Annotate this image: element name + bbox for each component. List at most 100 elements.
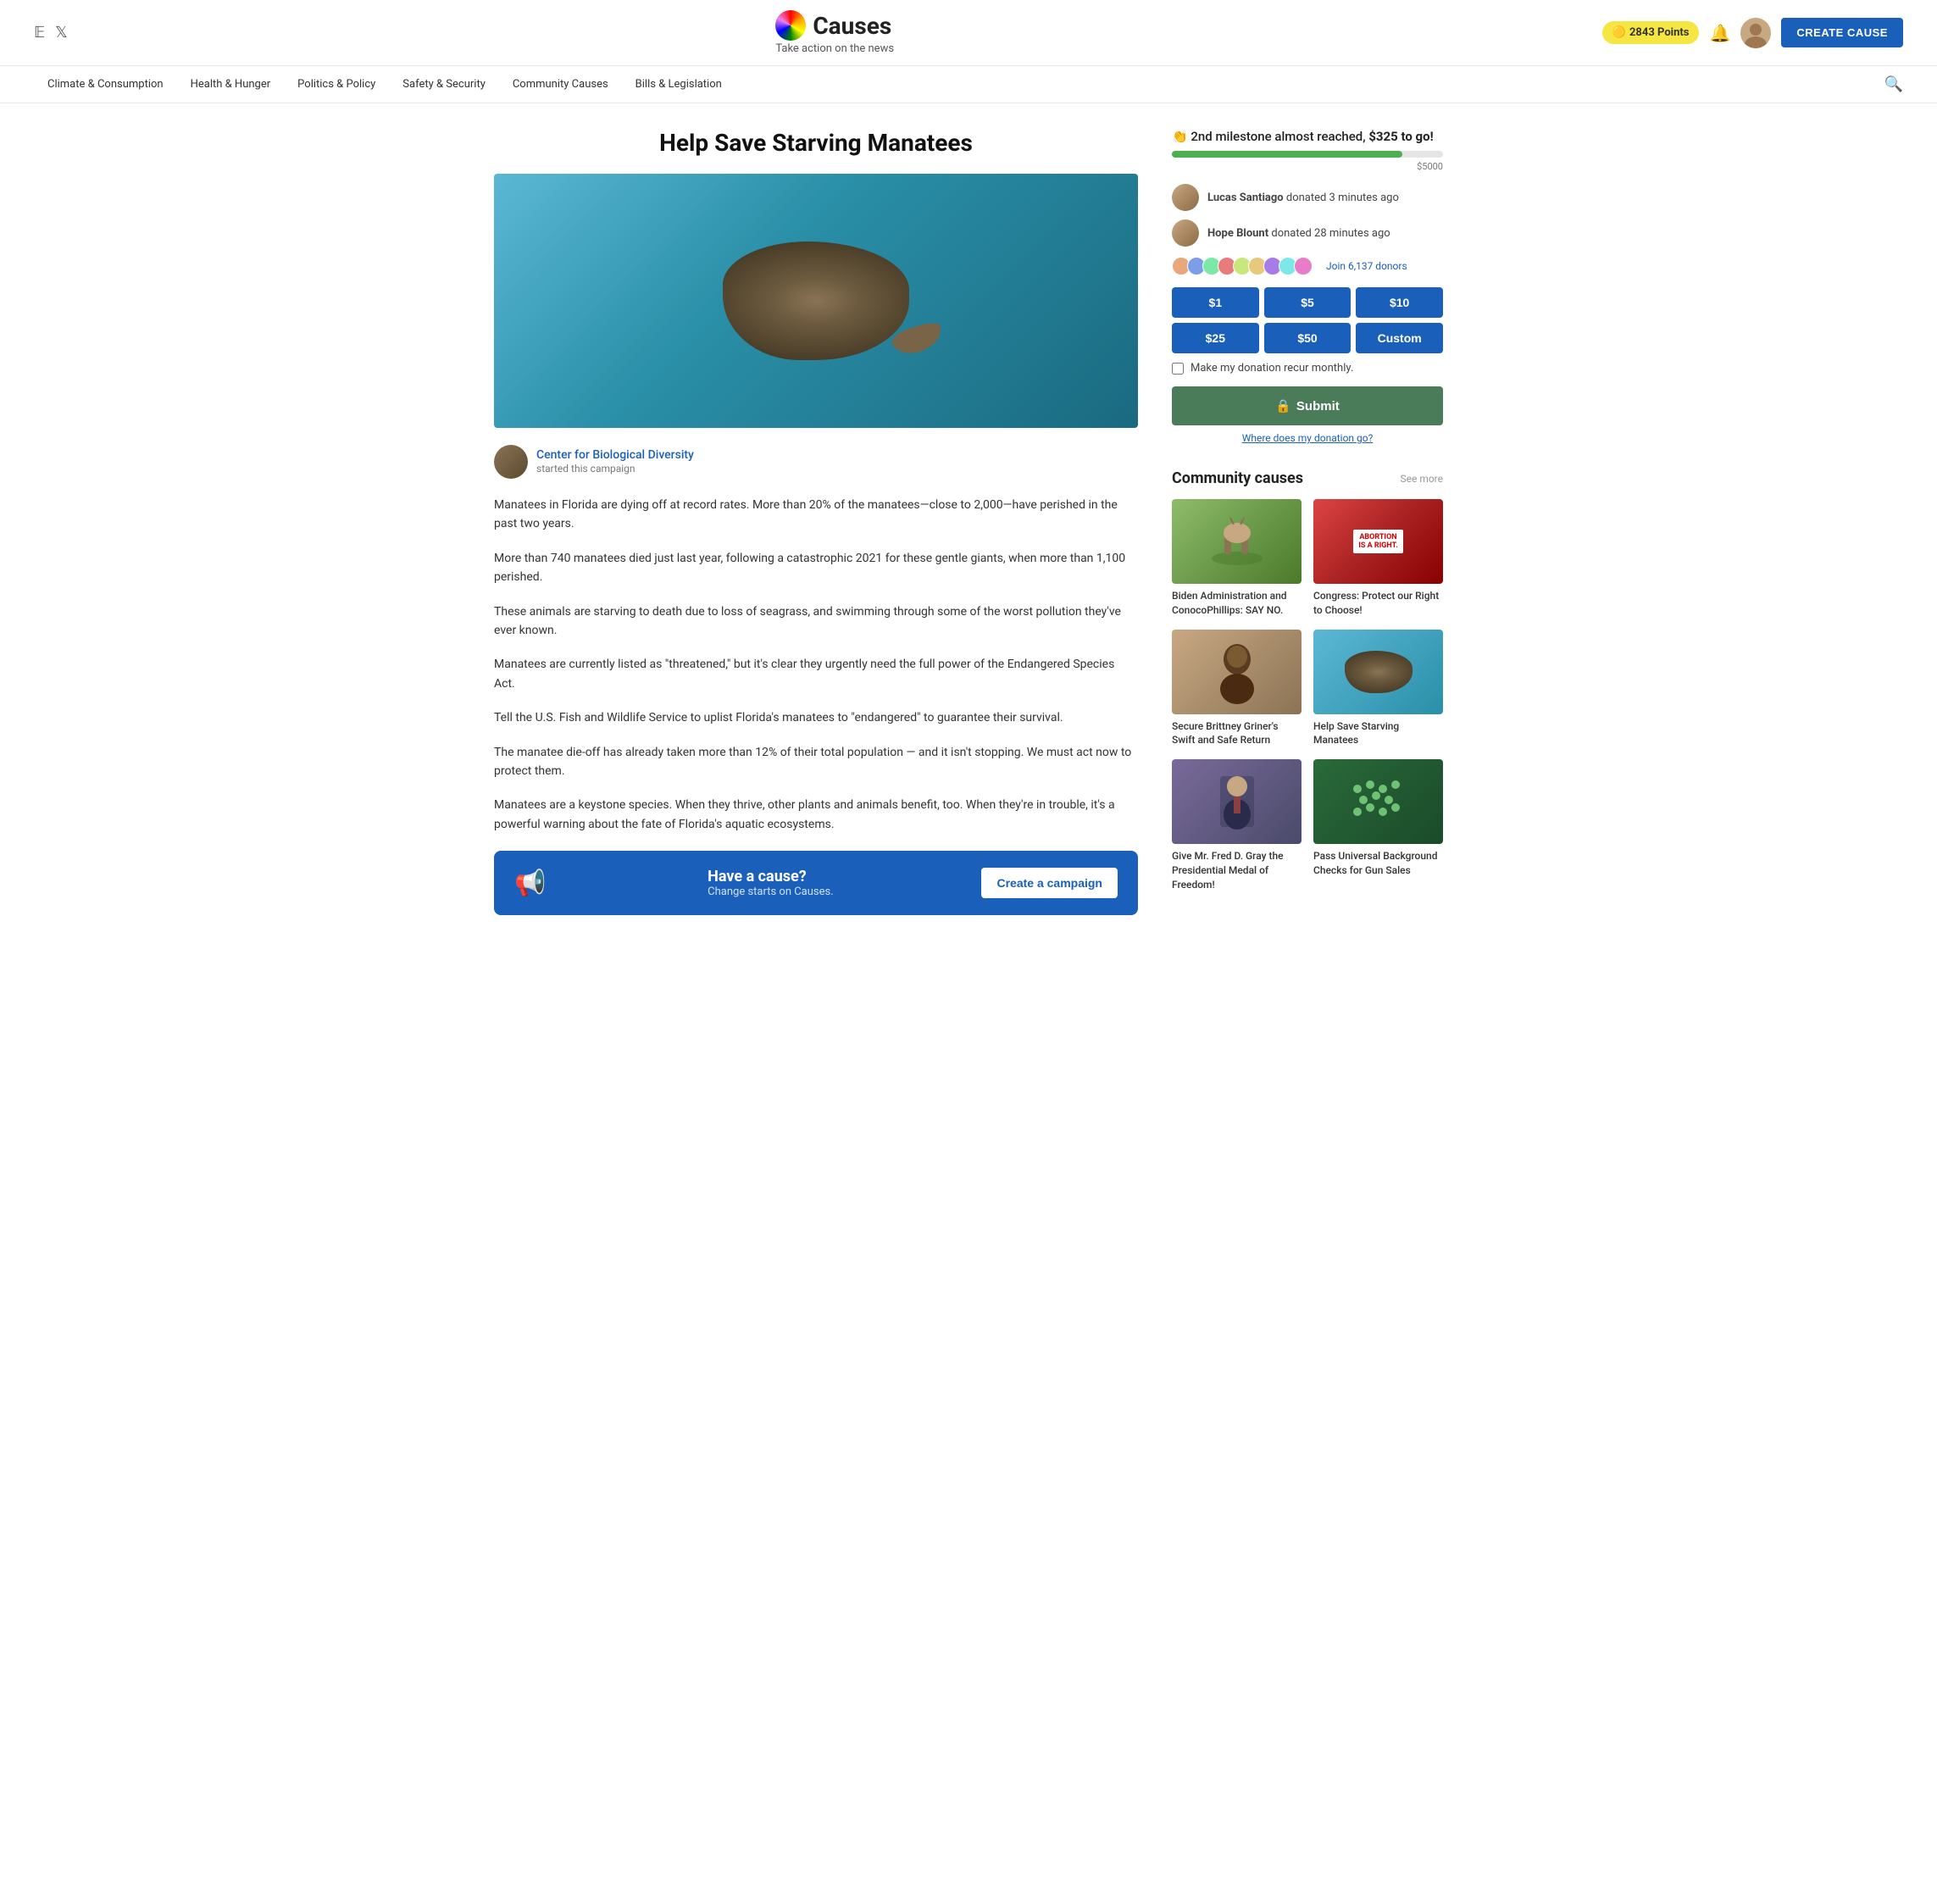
submit-button[interactable]: 🔒 Submit [1172, 386, 1443, 425]
cause-card-4[interactable]: Give Mr. Fred D. Gray the Presidential M… [1172, 759, 1302, 891]
author-avatar [494, 445, 528, 479]
points-icon: 🟡 [1612, 26, 1626, 39]
body-p7: Manatees are a keystone species. When th… [494, 796, 1138, 834]
avatar[interactable] [1740, 18, 1771, 48]
donor-avatar-2 [1172, 219, 1199, 247]
join-donors-link[interactable]: Join 6,137 donors [1326, 260, 1407, 272]
nav-health[interactable]: Health & Hunger [177, 66, 285, 103]
amount-btn-1[interactable]: $1 [1172, 287, 1259, 318]
progress-bar-fill [1172, 151, 1402, 158]
cause-card-1[interactable]: ABORTIONIS A RIGHT. Congress: Protect ou… [1313, 499, 1443, 618]
content-column: Help Save Starving Manatees Center for B… [494, 129, 1138, 915]
milestone-amount: $325 to go! [1368, 129, 1433, 144]
nav-safety[interactable]: Safety & Security [389, 66, 499, 103]
author-subtitle: started this campaign [536, 463, 635, 475]
sidebar-column: 👏 2nd milestone almost reached, $325 to … [1172, 129, 1443, 915]
amount-btn-25[interactable]: $25 [1172, 323, 1259, 353]
recur-row: Make my donation recur monthly. [1172, 362, 1443, 375]
recur-checkbox[interactable] [1172, 363, 1184, 375]
main-layout: Help Save Starving Manatees Center for B… [460, 103, 1477, 941]
cta-text: Have a cause? Change starts on Causes. [708, 868, 834, 898]
points-value: 2843 Points [1629, 26, 1690, 39]
amount-btn-5[interactable]: $5 [1264, 287, 1351, 318]
nav-bills[interactable]: Bills & Legislation [622, 66, 735, 103]
milestone-text: 2nd milestone almost reached, [1191, 129, 1365, 144]
body-p6: The manatee die-off has already taken mo… [494, 743, 1138, 781]
cause-thumb-2 [1172, 630, 1302, 714]
lock-icon: 🔒 [1275, 398, 1291, 414]
amount-btn-10[interactable]: $10 [1356, 287, 1443, 318]
twitter-icon[interactable]: 𝕏 [55, 24, 68, 42]
where-donation-link[interactable]: Where does my donation go? [1172, 432, 1443, 444]
author-link[interactable]: Center for Biological Diversity [536, 448, 694, 462]
donor-faces-row: Join 6,137 donors [1172, 257, 1443, 275]
manatee-illustration [723, 241, 909, 360]
recur-label: Make my donation recur monthly. [1191, 362, 1353, 375]
causes-grid: Biden Administration and ConocoPhillips:… [1172, 499, 1443, 892]
donor-item-1: Lucas Santiago donated 3 minutes ago [1172, 184, 1443, 211]
milestone-banner: 👏 2nd milestone almost reached, $325 to … [1172, 129, 1443, 144]
search-icon[interactable]: 🔍 [1884, 75, 1903, 93]
cta-title: Have a cause? [708, 868, 834, 885]
logo-icon [775, 10, 806, 41]
author-row: Center for Biological Diversity started … [494, 445, 1138, 479]
progress-label: $5000 [1172, 161, 1443, 172]
body-p4: Manatees are currently listed as "threat… [494, 655, 1138, 693]
cause-thumb-0 [1172, 499, 1302, 584]
amount-btn-custom[interactable]: Custom [1356, 323, 1443, 353]
cause-thumb-1: ABORTIONIS A RIGHT. [1313, 499, 1443, 584]
logo-tagline: Take action on the news [775, 42, 894, 55]
cause-caption-1: Congress: Protect our Right to Choose! [1313, 589, 1443, 618]
points-badge: 🟡 2843 Points [1602, 21, 1700, 44]
cause-caption-0: Biden Administration and ConocoPhillips:… [1172, 589, 1302, 618]
see-more-link[interactable]: See more [1400, 473, 1443, 485]
article-hero-image [494, 174, 1138, 428]
cta-icon: 📢 [514, 869, 546, 898]
social-links: 𝔼 𝕏 [34, 24, 68, 42]
donor-face [1294, 257, 1313, 275]
facebook-icon[interactable]: 𝔼 [34, 24, 45, 42]
cause-card-5[interactable]: Pass Universal Background Checks for Gun… [1313, 759, 1443, 891]
cause-caption-5: Pass Universal Background Checks for Gun… [1313, 849, 1443, 878]
donor-item-2: Hope Blount donated 28 minutes ago [1172, 219, 1443, 247]
header: 𝔼 𝕏 Causes Take action on the news 🟡 284… [0, 0, 1937, 66]
cause-thumb-5 [1313, 759, 1443, 844]
cta-subtitle: Change starts on Causes. [708, 885, 834, 898]
article-body: Manatees in Florida are dying off at rec… [494, 496, 1138, 834]
donor-text-2: Hope Blount donated 28 minutes ago [1207, 227, 1390, 240]
community-causes-section: Community causes See more [1172, 469, 1443, 892]
cause-card-3[interactable]: Help Save Starving Manatees [1313, 630, 1443, 748]
cause-caption-3: Help Save Starving Manatees [1313, 719, 1443, 748]
donation-widget: 👏 2nd milestone almost reached, $325 to … [1172, 129, 1443, 444]
nav-community[interactable]: Community Causes [499, 66, 622, 103]
nav-climate[interactable]: Climate & Consumption [34, 66, 177, 103]
cause-caption-2: Secure Brittney Griner's Swift and Safe … [1172, 719, 1302, 748]
header-actions: 🟡 2843 Points 🔔 CREATE CAUSE [1602, 18, 1903, 48]
abortion-sign: ABORTIONIS A RIGHT. [1353, 530, 1403, 553]
notification-bell[interactable]: 🔔 [1709, 23, 1730, 43]
progress-bar-wrap [1172, 151, 1443, 158]
donor-text-1: Lucas Santiago donated 3 minutes ago [1207, 192, 1399, 204]
cta-box: 📢 Have a cause? Change starts on Causes.… [494, 851, 1138, 915]
community-header: Community causes See more [1172, 469, 1443, 487]
cta-create-button[interactable]: Create a campaign [981, 868, 1118, 898]
body-p3: These animals are starving to death due … [494, 602, 1138, 641]
nav-items: Climate & Consumption Health & Hunger Po… [34, 66, 735, 103]
logo-text: Causes [813, 12, 891, 40]
create-cause-button[interactable]: CREATE CAUSE [1781, 18, 1903, 47]
body-p2: More than 740 manatees died just last ye… [494, 549, 1138, 587]
cause-card-0[interactable]: Biden Administration and ConocoPhillips:… [1172, 499, 1302, 618]
amount-btn-50[interactable]: $50 [1264, 323, 1351, 353]
body-p5: Tell the U.S. Fish and Wildlife Service … [494, 708, 1138, 727]
amount-grid: $1 $5 $10 $25 $50 Custom [1172, 287, 1443, 353]
community-title: Community causes [1172, 469, 1303, 487]
donor-faces [1172, 257, 1313, 275]
submit-label: Submit [1296, 399, 1340, 414]
donor-avatar-1 [1172, 184, 1199, 211]
body-p1: Manatees in Florida are dying off at rec… [494, 496, 1138, 534]
logo: Causes Take action on the news [775, 10, 894, 55]
cause-card-2[interactable]: Secure Brittney Griner's Swift and Safe … [1172, 630, 1302, 748]
navigation: Climate & Consumption Health & Hunger Po… [0, 66, 1937, 103]
cause-thumb-4 [1172, 759, 1302, 844]
nav-politics[interactable]: Politics & Policy [284, 66, 389, 103]
